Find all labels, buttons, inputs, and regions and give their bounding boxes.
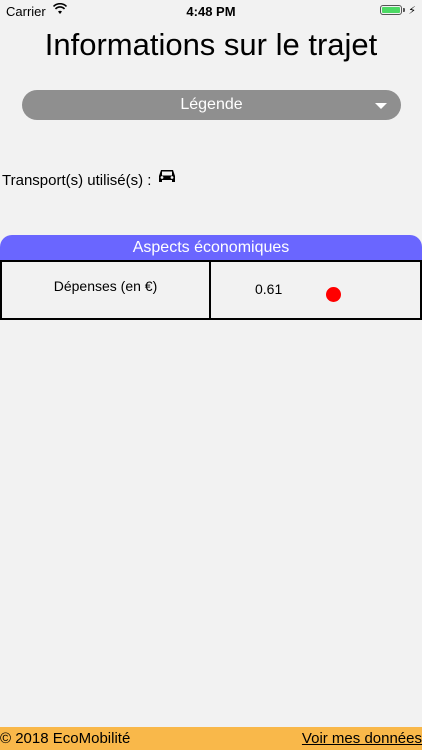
economic-section-header: Aspects économiques	[0, 235, 422, 261]
transport-label: Transport(s) utilisé(s) :	[2, 171, 152, 189]
copyright-text: © 2018 EcoMobilité	[0, 730, 131, 747]
expenses-value-cell: 0.61	[211, 262, 420, 318]
car-icon	[159, 170, 176, 182]
status-indicator	[326, 287, 341, 302]
legend-dropdown-label: Légende	[180, 96, 243, 113]
battery-icon	[380, 5, 402, 15]
expenses-value: 0.61	[255, 281, 283, 297]
status-time: 4:48 PM	[186, 4, 236, 19]
page-title: Informations sur le trajet	[44, 27, 378, 62]
transport-row: Transport(s) utilisé(s) :	[2, 167, 177, 193]
view-my-data-link[interactable]: Voir mes données	[302, 730, 422, 747]
charging-icon: ⚡	[408, 5, 416, 17]
economic-table: Dépenses (en €) 0.61	[0, 260, 422, 320]
legend-dropdown[interactable]: Légende	[22, 90, 401, 120]
expenses-label: Dépenses (en €)	[2, 262, 211, 318]
chevron-down-icon	[375, 103, 387, 109]
footer: © 2018 EcoMobilité Voir mes données	[0, 727, 422, 750]
status-bar: Carrier 4:48 PM ⚡	[0, 0, 422, 22]
battery-cap	[403, 8, 405, 12]
